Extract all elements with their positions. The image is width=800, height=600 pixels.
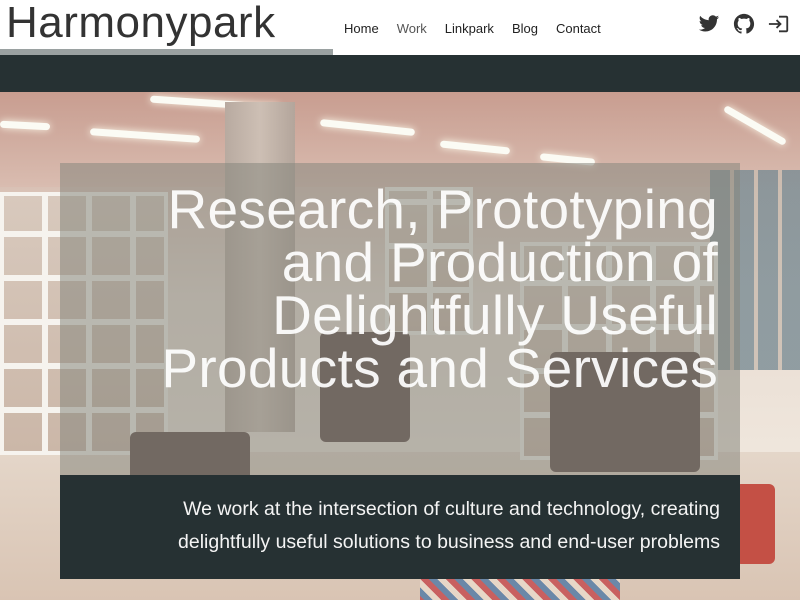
headline-line: Products and Services [161, 337, 718, 399]
hero-subtext: We work at the intersection of culture a… [100, 493, 720, 559]
subtext-line: delightfully useful solutions to busines… [178, 531, 720, 553]
twitter-icon[interactable] [698, 13, 720, 35]
hero-headline: Research, Prototyping and Production of … [78, 178, 718, 399]
nav-linkpark[interactable]: Linkpark [436, 18, 503, 40]
brand-underline [0, 49, 333, 55]
github-icon[interactable] [733, 13, 755, 35]
header-icons [698, 13, 790, 35]
nav-home[interactable]: Home [335, 18, 388, 40]
headline-line: Research, Prototyping [167, 178, 718, 240]
header-band [0, 55, 800, 92]
site-logo-link[interactable]: Harmonypark [6, 0, 276, 48]
ottoman [735, 484, 775, 564]
headline-line: Delightfully Useful [272, 284, 718, 346]
sign-in-icon[interactable] [768, 13, 790, 35]
nav-work[interactable]: Work [388, 18, 436, 40]
headline-line: and Production of [281, 231, 718, 293]
hero-subpanel: We work at the intersection of culture a… [60, 475, 740, 579]
subtext-line: We work at the intersection of culture a… [183, 498, 720, 520]
site-header: Harmonypark Home Work Linkpark Blog Cont… [0, 0, 800, 55]
nav-blog[interactable]: Blog [503, 18, 547, 40]
main-nav: Home Work Linkpark Blog Contact [335, 18, 610, 40]
hero-panel: Research, Prototyping and Production of … [60, 163, 740, 475]
nav-contact[interactable]: Contact [547, 18, 610, 40]
